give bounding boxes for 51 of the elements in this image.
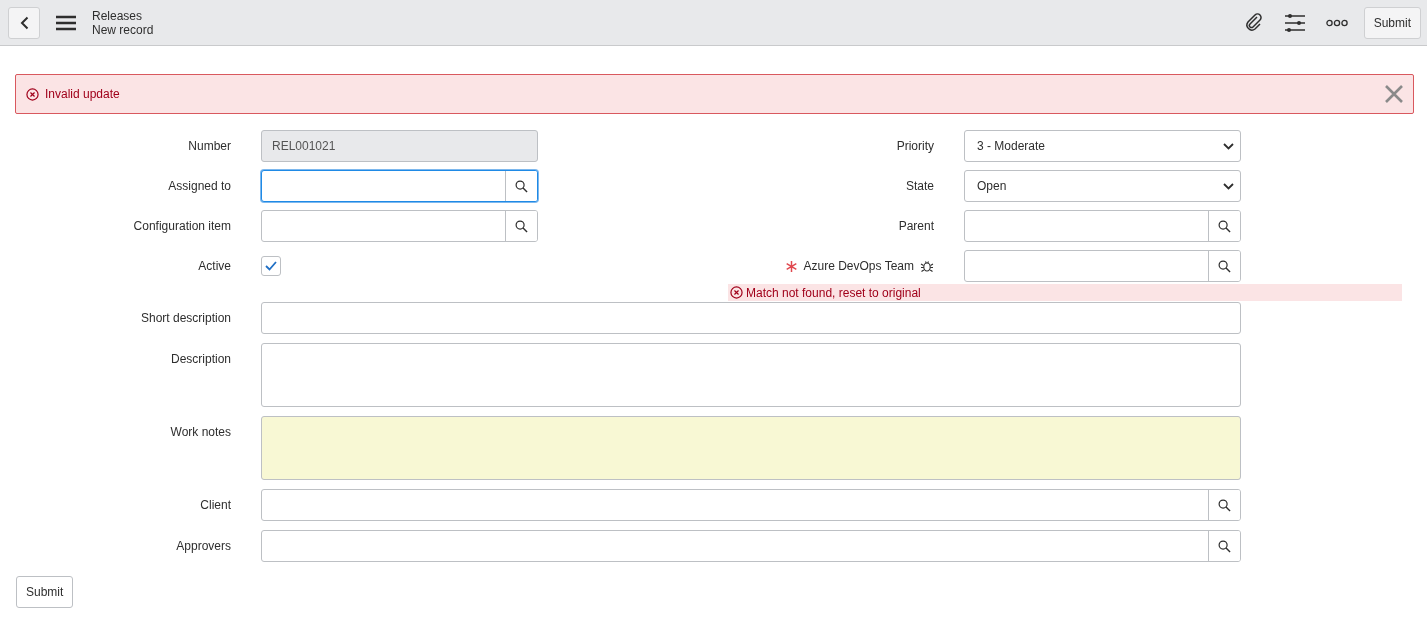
lookup-field[interactable] — [964, 210, 1241, 242]
select-field[interactable]: Open — [964, 170, 1241, 202]
field-label: Short description — [140, 311, 231, 325]
field-label: Client — [200, 498, 231, 512]
submit-button[interactable]: Submit — [16, 576, 74, 608]
field-label: Work notes — [170, 425, 231, 439]
search-button[interactable] — [1208, 490, 1240, 520]
search-icon — [515, 179, 528, 193]
search-button[interactable] — [1208, 251, 1240, 281]
field-label: Assigned to — [168, 179, 231, 193]
close-icon[interactable] — [1385, 85, 1403, 103]
field-label: Priority — [896, 139, 934, 153]
search-icon — [1218, 219, 1231, 233]
page-subtitle: New record — [92, 22, 154, 37]
field-label: State — [905, 179, 934, 193]
field-label: Configuration item — [133, 219, 231, 233]
text-field[interactable] — [261, 302, 1241, 334]
lookup-field[interactable] — [261, 210, 538, 242]
number-field: REL001021 — [261, 130, 538, 162]
lookup-field[interactable] — [261, 170, 538, 202]
search-button[interactable] — [1208, 211, 1240, 241]
back-button[interactable] — [8, 6, 40, 39]
select-field[interactable]: 3 - Moderate — [964, 130, 1241, 162]
textarea-field[interactable] — [261, 343, 1241, 407]
work-notes-field[interactable] — [261, 416, 1241, 480]
active-checkbox[interactable] — [261, 256, 281, 276]
field-label: Parent — [898, 219, 934, 233]
submit-button[interactable]: Submit — [1363, 6, 1421, 39]
chevron-down-icon — [1223, 142, 1234, 150]
search-button[interactable] — [505, 171, 537, 201]
alert-message: Invalid update — [45, 87, 121, 101]
search-button[interactable] — [505, 211, 537, 241]
search-icon — [1218, 539, 1231, 553]
chevron-left-icon — [19, 15, 29, 30]
search-icon — [1218, 259, 1231, 273]
field-label: Description — [170, 352, 231, 366]
field-error-message: Match not found, reset to original — [746, 285, 921, 300]
bug-icon[interactable] — [920, 259, 934, 273]
field-label: Number — [188, 139, 231, 153]
field-label: Approvers — [176, 539, 231, 553]
error-icon — [26, 87, 39, 101]
search-icon — [1218, 498, 1231, 512]
page-title: Releases — [92, 8, 144, 23]
checkmark-icon — [265, 261, 277, 271]
search-button[interactable] — [1208, 531, 1240, 561]
lookup-field[interactable] — [964, 250, 1241, 282]
field-label: Active — [198, 259, 231, 273]
error-icon — [730, 286, 743, 299]
search-icon — [515, 219, 528, 233]
field-label: Azure DevOps Team — [803, 259, 914, 273]
chevron-down-icon — [1223, 182, 1234, 190]
